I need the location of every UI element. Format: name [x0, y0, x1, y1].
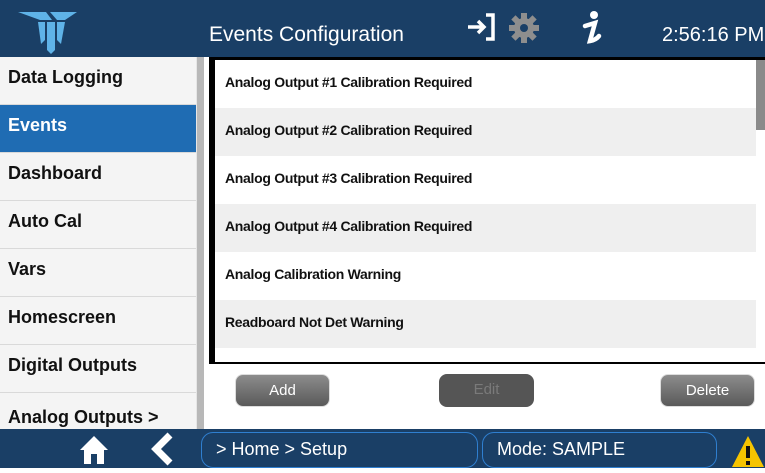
event-label: Analog Calibration Warning [225, 266, 402, 282]
add-button[interactable]: Add [235, 374, 330, 407]
gear-icon[interactable] [508, 12, 540, 49]
sidebar-item-label: Homescreen [8, 307, 117, 327]
sidebar-item-analog-outputs[interactable]: Analog Outputs > [0, 393, 196, 429]
home-icon[interactable] [78, 433, 110, 470]
events-list: Analog Output #1 Calibration Required An… [215, 60, 756, 362]
event-label: Analog Output #3 Calibration Required [225, 170, 473, 186]
exit-icon[interactable] [464, 10, 498, 49]
sidebar-item-dashboard[interactable]: Dashboard [0, 153, 196, 201]
edit-button[interactable]: Edit [439, 374, 534, 407]
delete-button[interactable]: Delete [660, 374, 755, 407]
event-label: Readboard Not Det Warning [225, 314, 404, 330]
list-item[interactable]: Analog Output #3 Calibration Required [215, 156, 756, 204]
list-item[interactable] [215, 348, 756, 362]
sidebar-item-label: Vars [8, 259, 47, 279]
sidebar-item-homescreen[interactable]: Homescreen [0, 297, 196, 345]
list-item[interactable]: Readboard Not Det Warning [215, 300, 756, 348]
mode-indicator: Mode: SAMPLE [482, 432, 717, 468]
event-label: Analog Output #4 Calibration Required [225, 218, 473, 234]
sidebar-item-auto-cal[interactable]: Auto Cal [0, 201, 196, 249]
breadcrumb: > Home > Setup [201, 432, 478, 468]
sidebar-scrollbar[interactable] [197, 57, 204, 429]
sidebar-item-digital-outputs[interactable]: Digital Outputs [0, 345, 196, 393]
sidebar-item-label: Auto Cal [8, 211, 82, 231]
sidebar-item-data-logging[interactable]: Data Logging [0, 57, 196, 105]
back-icon[interactable] [146, 431, 180, 472]
sidebar-item-label: Digital Outputs [8, 355, 137, 375]
sidebar-item-vars[interactable]: Vars [0, 249, 196, 297]
sidebar: Data Logging Events Dashboard Auto Cal V… [0, 57, 197, 429]
sidebar-item-label: Data Logging [8, 67, 123, 87]
event-label: Analog Output #1 Calibration Required [225, 74, 473, 90]
info-icon[interactable] [580, 8, 604, 53]
sidebar-item-events[interactable]: Events [0, 105, 196, 153]
sidebar-item-label: Dashboard [8, 163, 103, 183]
list-item[interactable]: Analog Output #1 Calibration Required [215, 60, 756, 108]
sidebar-item-label: Events [8, 115, 68, 135]
list-item[interactable]: Analog Calibration Warning [215, 252, 756, 300]
page-title: Events Configuration [209, 23, 404, 46]
event-label: Analog Output #2 Calibration Required [225, 122, 473, 138]
warning-icon[interactable] [731, 432, 765, 473]
logo-icon [0, 0, 200, 57]
events-scrollbar[interactable] [756, 60, 765, 362]
list-item[interactable]: Analog Output #4 Calibration Required [215, 204, 756, 252]
scrollbar-thumb[interactable] [756, 60, 765, 130]
list-item[interactable]: Analog Output #2 Calibration Required [215, 108, 756, 156]
